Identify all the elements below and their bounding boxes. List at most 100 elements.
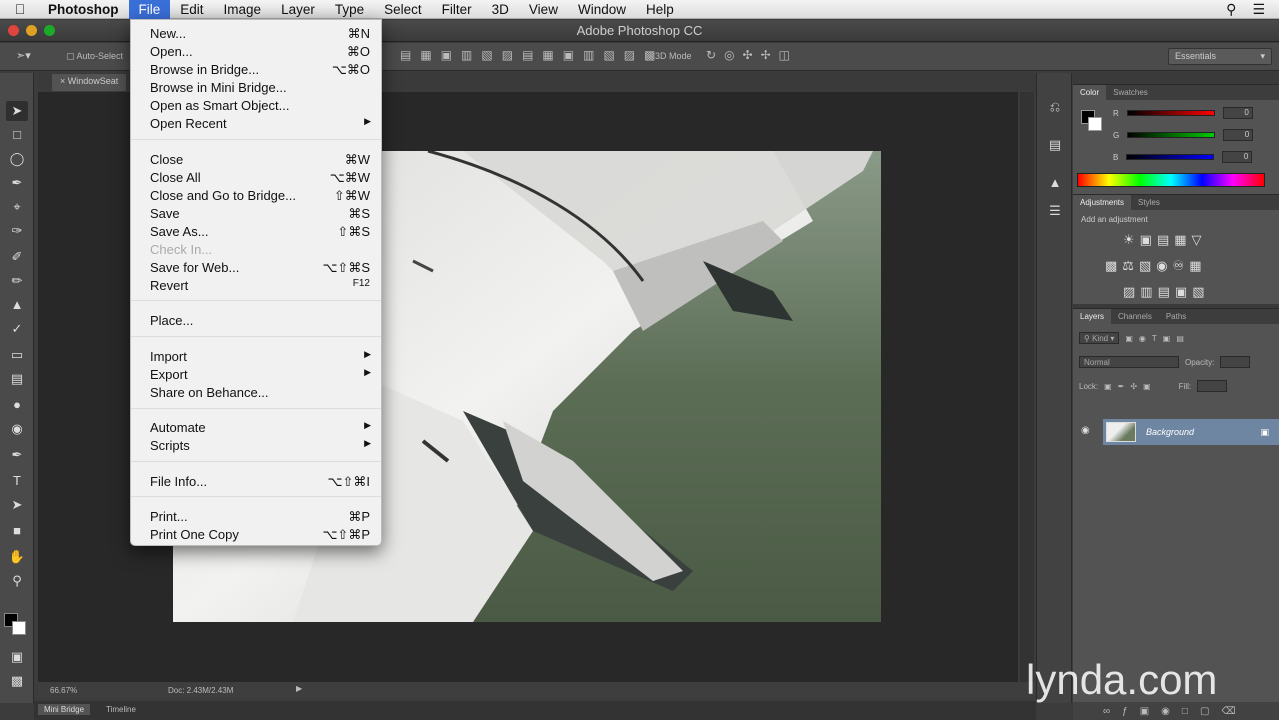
menu-item-print[interactable]: Print... ⌘P: [131, 507, 381, 525]
status-menu-arrow-icon[interactable]: ▶: [296, 684, 302, 693]
pen-tool-icon[interactable]: ✒: [6, 445, 28, 465]
tab-adjustments[interactable]: Adjustments: [1073, 195, 1132, 210]
fill-field[interactable]: [1197, 380, 1228, 392]
distribute-bottom-icon[interactable]: ▣: [563, 48, 574, 62]
menu-type[interactable]: Type: [325, 0, 374, 19]
menu-item-save-as[interactable]: Save As... ⇧⌘S: [131, 222, 381, 240]
green-value-field[interactable]: 0: [1223, 129, 1254, 141]
move-tool-icon[interactable]: ➤: [6, 101, 28, 121]
type-tool-icon[interactable]: T: [6, 471, 28, 491]
lock-image-icon[interactable]: ✒: [1118, 382, 1125, 391]
gradient-map-icon[interactable]: ▣: [1175, 284, 1187, 300]
filter-type-icon[interactable]: T: [1152, 334, 1157, 343]
distribute-left-icon[interactable]: ▥: [583, 48, 594, 62]
brightness-icon[interactable]: ☀: [1123, 232, 1135, 248]
quick-mask-icon[interactable]: ▣: [6, 647, 28, 667]
green-slider[interactable]: [1127, 132, 1216, 138]
menu-item-browse-bridge[interactable]: Browse in Bridge... ⌥⌘O: [131, 60, 381, 78]
menu-3d[interactable]: 3D: [482, 0, 519, 19]
adjustments-panel-icon[interactable]: ☰: [1045, 201, 1065, 221]
menu-filter[interactable]: Filter: [432, 0, 482, 19]
align-hcenter-icon[interactable]: ▧: [481, 48, 492, 62]
gradient-tool-icon[interactable]: ▤: [6, 369, 28, 389]
menu-item-import[interactable]: Import ▶: [131, 347, 381, 365]
tab-swatches[interactable]: Swatches: [1106, 85, 1155, 100]
hue-saturation-icon[interactable]: ▩: [1105, 258, 1117, 274]
screen-mode-icon[interactable]: ▩: [6, 671, 28, 691]
levels-icon[interactable]: ▣: [1140, 232, 1152, 248]
document-tab[interactable]: × WindowSeat: [52, 74, 127, 91]
auto-align-icon[interactable]: ▩: [644, 48, 655, 62]
menu-file[interactable]: File: [128, 0, 171, 19]
background-color-swatch[interactable]: [12, 621, 26, 635]
3d-roll-icon[interactable]: ◎: [724, 48, 734, 62]
new-group-icon[interactable]: □: [1182, 706, 1188, 717]
menu-item-save[interactable]: Save ⌘S: [131, 204, 381, 222]
menu-view[interactable]: View: [519, 0, 568, 19]
menu-item-open[interactable]: Open... ⌘O: [131, 42, 381, 60]
menu-item-close[interactable]: Close ⌘W: [131, 150, 381, 168]
channel-mixer-icon[interactable]: ♾: [1173, 258, 1185, 274]
link-layers-icon[interactable]: ∞: [1103, 706, 1110, 717]
dodge-tool-icon[interactable]: ◉: [6, 419, 28, 439]
menu-item-export[interactable]: Export ▶: [131, 365, 381, 383]
history-brush-tool-icon[interactable]: ✓: [6, 319, 28, 339]
exposure-icon[interactable]: ▦: [1174, 232, 1186, 248]
notification-list-icon[interactable]: ☰: [1252, 1, 1265, 18]
color-background-swatch[interactable]: [1088, 117, 1102, 131]
align-bottom-icon[interactable]: ▣: [441, 48, 452, 62]
apple-icon[interactable]: : [0, 1, 40, 17]
tab-color[interactable]: Color: [1073, 85, 1107, 100]
menu-item-print-one-copy[interactable]: Print One Copy ⌥⇧⌘P: [131, 525, 381, 543]
menu-help[interactable]: Help: [636, 0, 684, 19]
properties-panel-icon[interactable]: ▤: [1045, 135, 1065, 155]
layer-kind-filter[interactable]: ⚲ Kind ▾: [1079, 332, 1120, 344]
menu-select[interactable]: Select: [374, 0, 432, 19]
layer-visibility-eye-icon[interactable]: ◉: [1081, 425, 1090, 436]
tab-mini-bridge[interactable]: Mini Bridge: [38, 704, 91, 715]
eraser-tool-icon[interactable]: ▭: [6, 345, 28, 365]
zoom-level[interactable]: 66.67%: [50, 686, 77, 695]
blue-value-field[interactable]: 0: [1222, 151, 1253, 163]
opacity-field[interactable]: [1220, 356, 1251, 368]
actions-panel-icon[interactable]: ▲: [1045, 173, 1065, 193]
eyedropper-tool-icon[interactable]: ✑: [6, 221, 28, 241]
distribute-top-icon[interactable]: ▤: [522, 48, 533, 62]
menu-item-save-for-web[interactable]: Save for Web... ⌥⇧⌘S: [131, 258, 381, 276]
app-menu[interactable]: Photoshop: [40, 2, 129, 17]
menu-image[interactable]: Image: [214, 0, 272, 19]
stamp-tool-icon[interactable]: ▲: [6, 295, 28, 315]
layer-row-background[interactable]: Background ▣: [1103, 419, 1279, 445]
distribute-hcenter-icon[interactable]: ▧: [603, 48, 614, 62]
align-top-icon[interactable]: ▤: [400, 48, 411, 62]
photo-filter-icon[interactable]: ◉: [1156, 258, 1167, 274]
distribute-vcenter-icon[interactable]: ▦: [542, 48, 553, 62]
filter-smart-icon[interactable]: ▤: [1176, 334, 1184, 343]
color-spectrum-ramp[interactable]: [1077, 173, 1265, 187]
workspace-select[interactable]: Essentials ▾: [1168, 48, 1272, 65]
menu-item-new[interactable]: New... ⌘N: [131, 24, 381, 42]
history-panel-icon[interactable]: ⎌: [1045, 97, 1065, 117]
blur-tool-icon[interactable]: ●: [6, 395, 28, 415]
filter-pixel-icon[interactable]: ▣: [1125, 334, 1133, 343]
tab-timeline[interactable]: Timeline: [100, 704, 142, 715]
red-value-field[interactable]: 0: [1222, 107, 1253, 119]
spotlight-search-icon[interactable]: ⚲: [1226, 1, 1236, 18]
selective-color-icon[interactable]: ▧: [1192, 284, 1204, 300]
zoom-tool-icon[interactable]: ⚲: [6, 571, 28, 591]
auto-select-checkbox[interactable]: ▢ Auto-Select: [66, 51, 123, 62]
move-tool-preset-icon[interactable]: ➣▾: [16, 49, 31, 62]
invert-icon[interactable]: ▨: [1123, 284, 1135, 300]
menu-item-open-smart-object[interactable]: Open as Smart Object...: [131, 96, 381, 114]
color-balance-icon[interactable]: ⚖: [1122, 258, 1134, 274]
blend-mode-select[interactable]: Normal: [1079, 356, 1179, 368]
posterize-icon[interactable]: ▥: [1140, 284, 1152, 300]
color-lookup-icon[interactable]: ▦: [1189, 258, 1201, 274]
path-select-tool-icon[interactable]: ➤: [6, 495, 28, 515]
blue-slider[interactable]: [1126, 154, 1215, 160]
curves-icon[interactable]: ▤: [1157, 232, 1169, 248]
filter-adjustment-icon[interactable]: ◉: [1139, 334, 1146, 343]
filter-shape-icon[interactable]: ▣: [1163, 334, 1171, 343]
menu-item-browse-mini-bridge[interactable]: Browse in Mini Bridge...: [131, 78, 381, 96]
tab-channels[interactable]: Channels: [1111, 309, 1159, 324]
